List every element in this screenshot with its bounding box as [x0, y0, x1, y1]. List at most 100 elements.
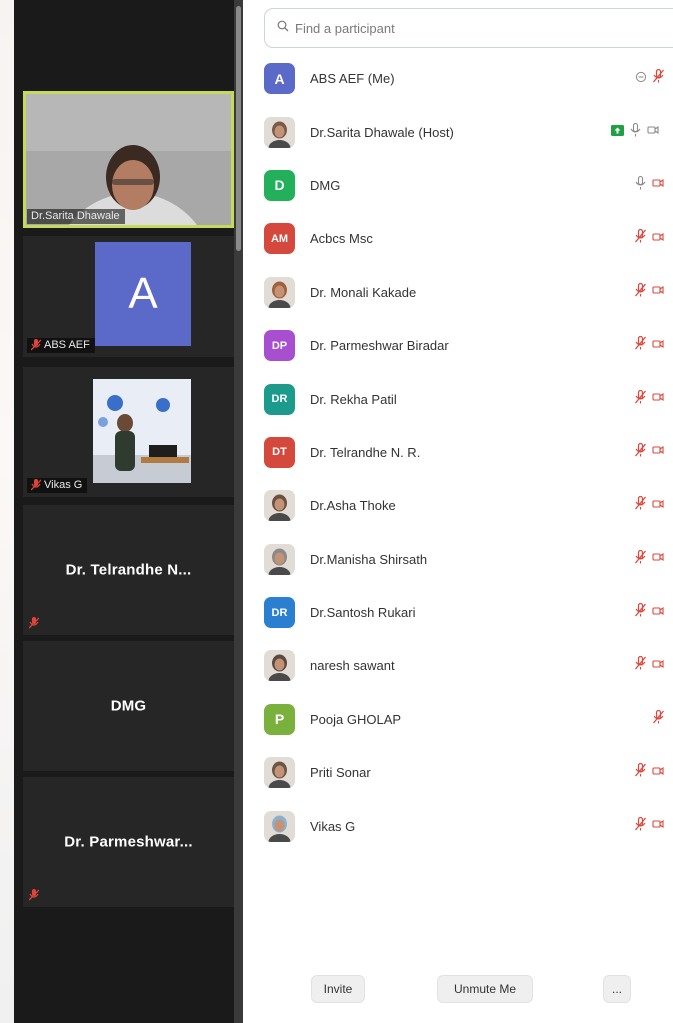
more-options-button[interactable]: ... — [603, 975, 631, 1003]
scrollbar-thumb[interactable] — [236, 6, 241, 251]
camera-off-icon — [652, 283, 664, 301]
tile-center-name: DMG — [110, 697, 147, 715]
video-tile-sarita[interactable]: Dr.Sarita Dhawale — [23, 91, 234, 228]
mic-muted-icon — [635, 549, 646, 569]
participant-row[interactable]: Dr.Sarita Dhawale (Host) — [243, 105, 673, 158]
search-input[interactable] — [293, 19, 657, 37]
participant-row[interactable]: DT Dr. Telrandhe N. R. — [243, 426, 673, 479]
camera-off-icon — [652, 176, 664, 194]
participant-row[interactable]: Dr.Asha Thoke — [243, 479, 673, 532]
avatar — [264, 650, 295, 682]
participant-name: DMG — [310, 177, 341, 193]
camera-off-icon — [652, 230, 664, 248]
mic-muted-icon — [635, 763, 646, 782]
reaction-icon[interactable] — [635, 70, 647, 88]
participant-name: Acbcs Msc — [310, 231, 373, 247]
participants-panel: A ABS AEF (Me) Dr.Sarita Dhawale (Host) D DM… — [243, 0, 673, 1023]
mic-icon — [630, 122, 641, 142]
participant-row[interactable]: DR Dr.Santosh Rukari — [243, 586, 673, 639]
avatar: DR — [264, 383, 295, 415]
camera-off-icon — [652, 497, 664, 515]
avatar: DT — [264, 436, 295, 468]
participant-status-icons — [635, 282, 664, 302]
participant-status-icons — [635, 816, 664, 836]
mic-muted-icon — [635, 816, 646, 836]
unmute-me-button[interactable]: Unmute Me — [437, 975, 533, 1003]
participant-row[interactable]: Vikas G — [243, 799, 673, 852]
avatar: A — [264, 63, 295, 95]
participant-row[interactable]: Priti Sonar — [243, 746, 673, 799]
participant-status-icons — [635, 389, 664, 409]
participant-row[interactable]: AM Acbcs Msc — [243, 212, 673, 265]
participant-status-icons — [635, 656, 664, 675]
participant-name: Pooja GHOLAP — [310, 711, 402, 727]
mic-muted-icon — [635, 442, 646, 462]
participant-status-icons — [611, 122, 659, 142]
mic-icon — [635, 175, 646, 195]
participant-row[interactable]: DP Dr. Parmeshwar Biradar — [243, 319, 673, 372]
participant-status-icons — [635, 442, 664, 462]
participant-row[interactable]: naresh sawant — [243, 639, 673, 692]
avatar: DR — [264, 597, 295, 629]
participant-name: Dr.Sarita Dhawale (Host) — [310, 124, 454, 140]
camera-off-icon — [652, 817, 664, 835]
video-tile-abs-aef[interactable]: A ABS AEF — [23, 236, 234, 357]
mic-muted-icon[interactable] — [653, 69, 664, 88]
mic-muted-icon — [29, 617, 39, 629]
mic-muted-icon — [31, 339, 41, 351]
tile-name-label: ABS AEF — [27, 338, 95, 353]
search-icon — [277, 19, 289, 37]
invite-button[interactable]: Invite — [311, 975, 365, 1003]
tile-name-label: Vikas G — [27, 478, 88, 493]
mic-muted-icon — [635, 282, 646, 302]
video-tile-telrandhe[interactable]: Dr. Telrandhe N... — [23, 505, 234, 635]
participant-search-box[interactable] — [264, 8, 673, 48]
gallery-scrollbar[interactable] — [234, 0, 243, 1023]
participant-row[interactable]: DR Dr. Rekha Patil — [243, 372, 673, 425]
participant-row[interactable]: P Pooja GHOLAP — [243, 693, 673, 746]
participant-status-icons — [635, 763, 664, 782]
participant-name: Dr. Parmeshwar Biradar — [310, 338, 449, 354]
avatar: P — [264, 703, 295, 735]
camera-off-icon — [652, 390, 664, 408]
avatar: A — [95, 242, 191, 346]
participant-row[interactable]: Dr. Monali Kakade — [243, 266, 673, 319]
tile-center-name: Dr. Parmeshwar... — [64, 833, 193, 851]
mic-muted-icon — [635, 602, 646, 622]
participant-name: Dr. Monali Kakade — [310, 284, 417, 300]
camera-off-icon — [652, 764, 664, 782]
mic-muted-icon — [635, 389, 646, 409]
avatar — [264, 490, 295, 522]
mic-muted-icon — [653, 709, 664, 729]
participant-name: Dr. Rekha Patil — [310, 391, 397, 407]
participant-status-icons — [635, 229, 664, 248]
mic-muted-icon — [29, 889, 39, 901]
participant-status-icons — [635, 496, 664, 515]
participant-status-icons — [635, 549, 664, 569]
participant-status-icons — [635, 602, 664, 622]
participant-name: Dr. Telrandhe N. R. — [310, 444, 421, 460]
camera-off-icon — [652, 550, 664, 568]
mic-muted-icon — [635, 496, 646, 515]
participant-status-icons — [635, 709, 664, 729]
camera-off-icon — [652, 604, 664, 622]
camera-off-icon — [652, 337, 664, 355]
participant-video — [23, 91, 234, 228]
participant-name: ABS AEF (Me) — [310, 71, 395, 87]
avatar — [264, 757, 295, 789]
tile-center-name: Dr. Telrandhe N... — [65, 561, 192, 579]
avatar: DP — [264, 330, 295, 362]
participant-name: Priti Sonar — [310, 765, 371, 781]
participant-row[interactable]: Dr.Manisha Shirsath — [243, 533, 673, 586]
participant-name: Dr.Asha Thoke — [310, 498, 396, 514]
avatar — [264, 116, 295, 148]
video-tile-parmeshwar[interactable]: Dr. Parmeshwar... — [23, 777, 234, 907]
participant-row[interactable]: D DMG — [243, 159, 673, 212]
participant-name: Dr.Santosh Rukari — [310, 605, 416, 621]
mic-muted-icon — [635, 336, 646, 355]
avatar: AM — [264, 223, 295, 255]
video-tile-dmg[interactable]: DMG — [23, 641, 234, 771]
avatar — [264, 543, 295, 575]
participant-row[interactable]: A ABS AEF (Me) — [243, 52, 673, 105]
video-tile-vikas[interactable]: Vikas G — [23, 367, 234, 497]
